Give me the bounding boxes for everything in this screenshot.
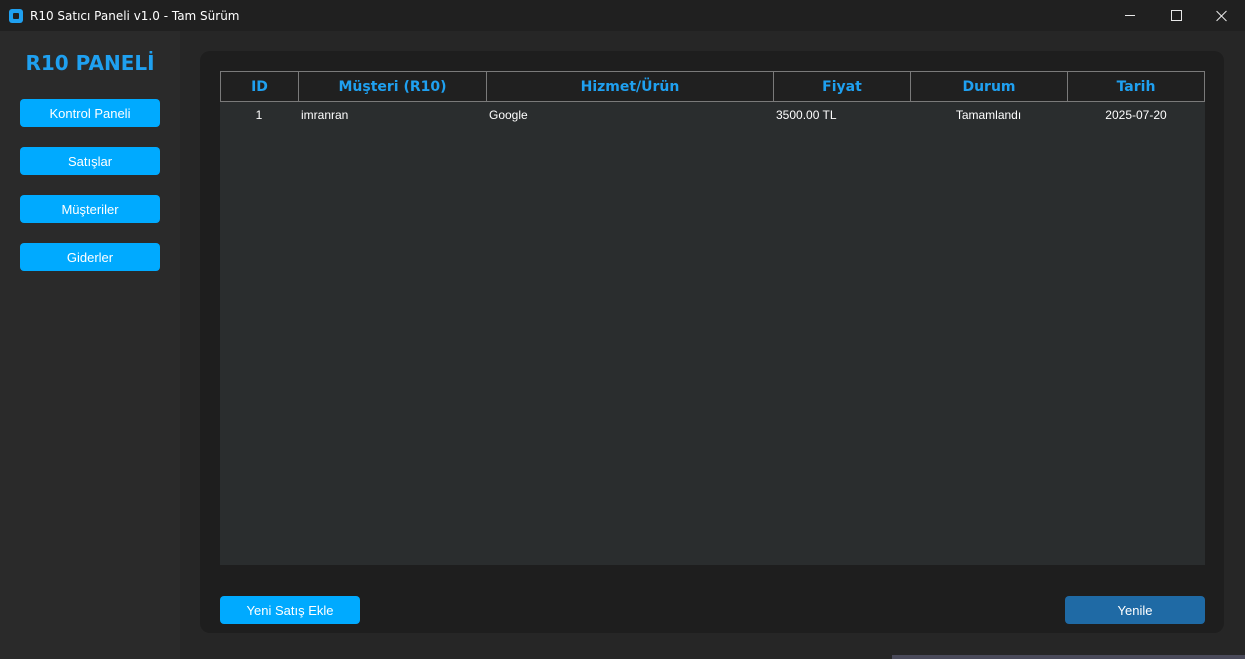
brand-title: R10 PANELİ (25, 51, 155, 75)
add-sale-button[interactable]: Yeni Satış Ekle (220, 596, 360, 624)
maximize-button[interactable] (1153, 0, 1199, 31)
minimize-icon (1125, 15, 1135, 16)
main-panel: ID Müşteri (R10) Hizmet/Ürün Fiyat Durum… (200, 51, 1224, 633)
sidebar-item-customers[interactable]: Müşteriler (20, 195, 160, 223)
sidebar-item-sales[interactable]: Satışlar (20, 147, 160, 175)
cell-date: 2025-07-20 (1105, 108, 1167, 122)
sidebar-item-dashboard[interactable]: Kontrol Paneli (20, 99, 160, 127)
sidebar-item-expenses[interactable]: Giderler (20, 243, 160, 271)
title-bar: R10 Satıcı Paneli v1.0 - Tam Sürüm (0, 0, 1245, 31)
cell-status: Tamamlandı (955, 108, 1022, 122)
table-header: ID Müşteri (R10) Hizmet/Ürün Fiyat Durum… (220, 71, 1205, 102)
cell-id: 1 (255, 108, 263, 122)
column-header-id[interactable]: ID (220, 72, 298, 101)
cell-customer: imranran (301, 108, 349, 122)
refresh-button[interactable]: Yenile (1065, 596, 1205, 624)
table-row[interactable]: 1 imranran Google 3500.00 TL Tamamlandı … (220, 102, 1205, 128)
sales-table[interactable]: ID Müşteri (R10) Hizmet/Ürün Fiyat Durum… (220, 71, 1205, 565)
close-button[interactable] (1199, 0, 1245, 31)
close-icon (1216, 10, 1228, 22)
column-header-status[interactable]: Durum (910, 72, 1067, 101)
column-header-service[interactable]: Hizmet/Ürün (486, 72, 773, 101)
cell-price: 3500.00 TL (776, 108, 837, 122)
app-icon (9, 8, 23, 23)
window-controls (1107, 0, 1245, 31)
app-window: R10 Satıcı Paneli v1.0 - Tam Sürüm R10 P… (0, 0, 1245, 659)
cell-service: Google (489, 108, 528, 122)
sidebar: R10 PANELİ Kontrol Paneli Satışlar Müşte… (0, 31, 180, 659)
column-header-customer[interactable]: Müşteri (R10) (298, 72, 486, 101)
background-window-edge (892, 655, 1245, 659)
column-header-price[interactable]: Fiyat (773, 72, 910, 101)
maximize-icon (1170, 10, 1182, 21)
window-title: R10 Satıcı Paneli v1.0 - Tam Sürüm (30, 8, 240, 23)
column-header-date[interactable]: Tarih (1067, 72, 1205, 101)
minimize-button[interactable] (1107, 0, 1153, 31)
